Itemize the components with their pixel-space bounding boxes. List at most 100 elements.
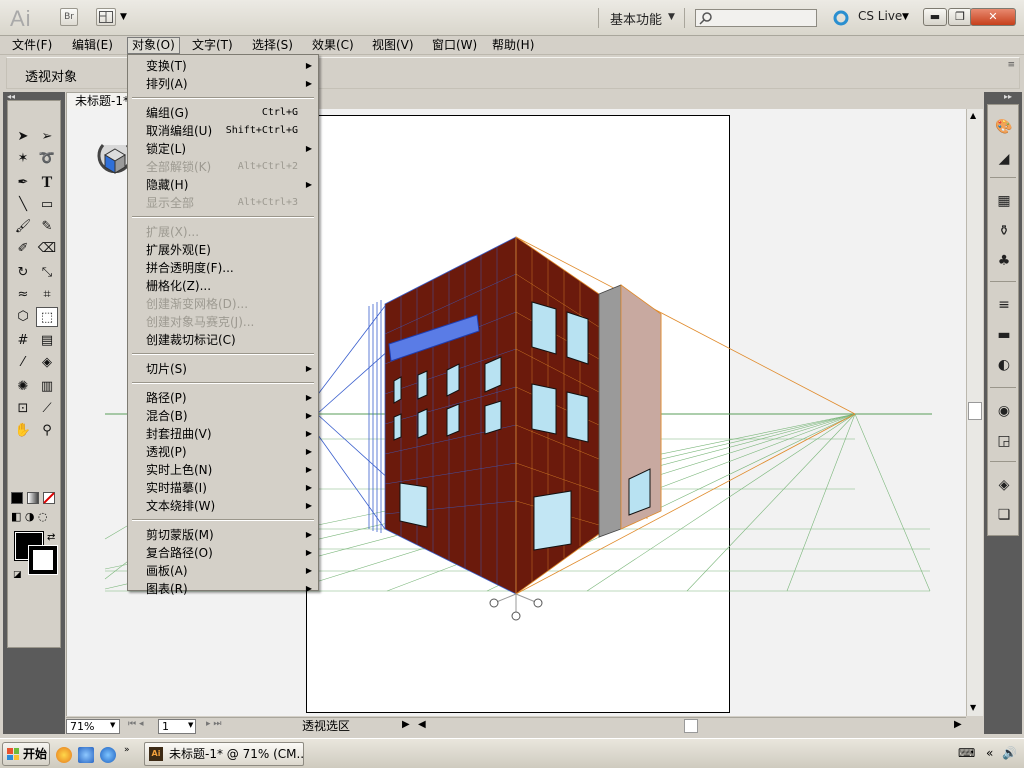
slice-tool-icon[interactable]: ⟋ xyxy=(36,399,58,419)
scroll-right-icon[interactable]: ▶ xyxy=(954,719,962,730)
magic-wand-tool-icon[interactable]: ✶ xyxy=(12,149,34,169)
menu-file[interactable]: 文件(F) xyxy=(8,37,56,54)
object-menu-item[interactable]: 文本绕排(W) ▶ xyxy=(128,497,318,515)
artboards-icon[interactable]: ❏ xyxy=(993,505,1015,525)
chevron-down-icon[interactable]: ▼ xyxy=(120,12,127,22)
layers-icon[interactable]: ◈ xyxy=(993,475,1015,495)
start-button[interactable]: 开始 xyxy=(2,742,50,766)
vertical-scrollbar[interactable]: ▲ ▼ xyxy=(966,109,983,716)
color-guide-icon[interactable]: ◢ xyxy=(993,149,1015,169)
quicklaunch-more-icon[interactable]: » xyxy=(124,745,130,755)
vertical-scroll-thumb[interactable] xyxy=(968,402,982,420)
first-page-icon[interactable]: ⏮ ◂ xyxy=(128,719,143,729)
paintbrush-tool-icon[interactable]: 🖌 xyxy=(12,217,34,237)
object-menu-item[interactable]: 复合路径(O) ▶ xyxy=(128,544,318,562)
cs-live-icon[interactable] xyxy=(832,9,850,27)
brushes-icon[interactable]: ⚱ xyxy=(993,221,1015,241)
object-menu-item[interactable]: 封套扭曲(V) ▶ xyxy=(128,425,318,443)
color-panel-icon[interactable]: 🎨 xyxy=(993,117,1015,137)
direct-selection-tool-icon[interactable]: ➢ xyxy=(36,127,58,147)
shape-builder-tool-icon[interactable]: ⬡ xyxy=(12,307,34,327)
scroll-down-icon[interactable]: ▼ xyxy=(970,703,976,712)
warp-tool-icon[interactable]: ≈ xyxy=(12,285,34,305)
panel-menu-icon[interactable]: ≡ xyxy=(1007,60,1015,70)
object-menu-item[interactable]: 实时描摹(I) ▶ xyxy=(128,479,318,497)
stroke-panel-icon[interactable]: ≡ xyxy=(993,295,1015,315)
object-menu-item[interactable]: 路径(P) ▶ xyxy=(128,389,318,407)
menu-object[interactable]: 对象(O) xyxy=(127,37,180,54)
graphic-styles-icon[interactable]: ◲ xyxy=(993,431,1015,451)
blend-tool-icon[interactable]: ◈ xyxy=(36,353,58,373)
object-menu-item[interactable]: 透视(P) ▶ xyxy=(128,443,318,461)
column-graph-tool-icon[interactable]: ▥ xyxy=(36,377,58,397)
object-menu-item[interactable]: 编组(G) Ctrl+G xyxy=(128,104,318,122)
chevron-down-icon[interactable]: ▼ xyxy=(902,12,909,22)
media-player-icon[interactable] xyxy=(56,747,72,763)
menu-help[interactable]: 帮助(H) xyxy=(488,37,538,54)
type-tool-icon[interactable]: T xyxy=(36,173,58,193)
restore-button[interactable]: ❐ xyxy=(948,8,972,26)
swap-colors-icon[interactable]: ⇄ xyxy=(47,532,55,543)
drawing-mode-buttons[interactable]: ◧ ◑ ◌ xyxy=(11,510,59,524)
selection-tool-icon[interactable]: ➤ xyxy=(12,127,34,147)
zoom-tool-icon[interactable]: ⚲ xyxy=(36,421,58,441)
object-menu-item[interactable]: 画板(A) ▶ xyxy=(128,562,318,580)
volume-icon[interactable]: 🔊 xyxy=(1002,746,1017,760)
tray-expand-icon[interactable]: « xyxy=(986,746,993,760)
browser-icon[interactable] xyxy=(100,747,116,763)
cs-live-menu[interactable]: CS Live xyxy=(858,9,902,23)
desktop-icon[interactable] xyxy=(78,747,94,763)
taskbar-illustrator-button[interactable]: Ai 未标题-1* @ 71% (CM... xyxy=(144,742,304,766)
artboard-tool-icon[interactable]: ⊡ xyxy=(12,399,34,419)
object-menu-item[interactable]: 取消编组(U) Shift+Ctrl+G xyxy=(128,122,318,140)
close-button[interactable]: ✕ xyxy=(970,8,1016,26)
perspective-selection-tool-icon[interactable]: ⬚ xyxy=(36,307,58,327)
transparency-panel-icon[interactable]: ◐ xyxy=(993,355,1015,375)
hand-tool-icon[interactable]: ✋ xyxy=(12,421,34,441)
symbols-icon[interactable]: ♣ xyxy=(993,251,1015,271)
menu-effect[interactable]: 效果(C) xyxy=(308,37,358,54)
arrange-documents-button[interactable] xyxy=(96,8,116,26)
keyboard-icon[interactable]: ⌨ xyxy=(958,746,975,760)
status-menu-icon[interactable]: ▶ xyxy=(402,719,410,730)
gradient-tool-icon[interactable]: ▤ xyxy=(36,331,58,351)
object-menu-item[interactable]: 变换(T) ▶ xyxy=(128,57,318,75)
lasso-tool-icon[interactable]: ➰ xyxy=(36,149,58,169)
object-menu-item[interactable]: 混合(B) ▶ xyxy=(128,407,318,425)
free-transform-tool-icon[interactable]: ⌗ xyxy=(36,285,58,305)
menu-edit[interactable]: 编辑(E) xyxy=(68,37,117,54)
workspace-switcher[interactable]: 基本功能 xyxy=(610,9,662,28)
minimize-button[interactable]: ▬ xyxy=(923,8,947,26)
bridge-button[interactable]: Br xyxy=(60,8,78,26)
menu-select[interactable]: 选择(S) xyxy=(248,37,297,54)
scroll-left-icon[interactable]: ◀ xyxy=(418,719,426,730)
rectangle-tool-icon[interactable]: ▭ xyxy=(36,195,58,215)
line-tool-icon[interactable]: ╲ xyxy=(12,195,34,215)
object-menu-item[interactable]: 剪切蒙版(M) ▶ xyxy=(128,526,318,544)
scroll-up-icon[interactable]: ▲ xyxy=(970,111,976,120)
blob-brush-tool-icon[interactable]: ✐ xyxy=(12,239,34,259)
object-menu-item[interactable]: 隐藏(H) ▶ xyxy=(128,176,318,194)
object-menu-item[interactable]: 栅格化(Z)... xyxy=(128,277,318,295)
chevron-down-icon[interactable]: ▼ xyxy=(668,12,675,22)
object-menu-item[interactable]: 锁定(L) ▶ xyxy=(128,140,318,158)
expand-icon[interactable]: ▸▸ xyxy=(1004,92,1012,101)
object-menu-item[interactable]: 切片(S) ▶ xyxy=(128,360,318,378)
horizontal-scroll-thumb[interactable] xyxy=(684,719,698,733)
object-menu-item[interactable]: 实时上色(N) ▶ xyxy=(128,461,318,479)
menu-view[interactable]: 视图(V) xyxy=(368,37,418,54)
object-menu-item[interactable]: 拼合透明度(F)... xyxy=(128,259,318,277)
pencil-tool-icon[interactable]: ✎ xyxy=(36,217,58,237)
last-page-icon[interactable]: ▸ ⏭ xyxy=(206,719,221,729)
symbol-sprayer-tool-icon[interactable]: ✺ xyxy=(12,377,34,397)
menu-window[interactable]: 窗口(W) xyxy=(428,37,481,54)
object-menu-item[interactable]: 图表(R) ▶ xyxy=(128,580,318,598)
stroke-color-swatch[interactable] xyxy=(28,545,58,575)
menu-type[interactable]: 文字(T) xyxy=(188,37,237,54)
chevron-down-icon[interactable]: ▼ xyxy=(188,721,193,729)
eraser-tool-icon[interactable]: ⌫ xyxy=(36,239,58,259)
mesh-tool-icon[interactable]: # xyxy=(12,331,34,351)
appearance-panel-icon[interactable]: ◉ xyxy=(993,401,1015,421)
object-menu-item[interactable]: 创建裁切标记(C) xyxy=(128,331,318,349)
chevron-down-icon[interactable]: ▼ xyxy=(110,721,115,729)
